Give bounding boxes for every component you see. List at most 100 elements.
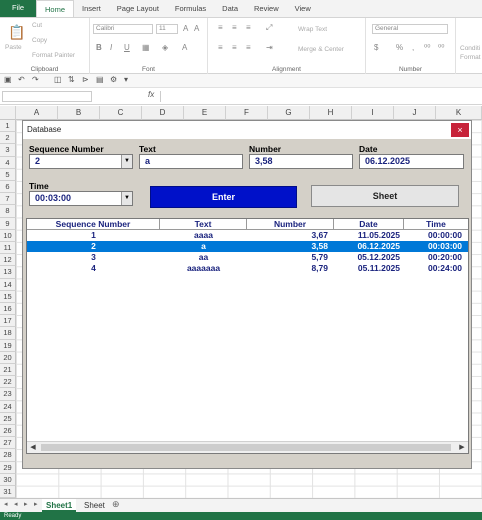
row-header[interactable]: 24 xyxy=(0,400,16,413)
list-item-selected[interactable]: 2 a 3,58 06.12.2025 00:03:00 xyxy=(27,241,468,252)
row-header[interactable]: 15 xyxy=(0,290,16,303)
column-header-c[interactable]: C xyxy=(100,106,142,120)
sort-icon[interactable]: ⇅ xyxy=(68,75,75,84)
row-header[interactable]: 11 xyxy=(0,242,16,255)
italic-icon[interactable]: I xyxy=(110,43,112,52)
orientation-icon[interactable]: ⤢ xyxy=(266,23,272,33)
horizontal-scrollbar[interactable]: ◀ ▶ xyxy=(27,441,468,453)
table-icon[interactable]: ▤ xyxy=(96,75,104,84)
copy-button[interactable]: Copy xyxy=(32,37,47,44)
row-header[interactable]: 4 xyxy=(0,156,16,169)
row-header[interactable]: 30 xyxy=(0,473,16,486)
time-combo[interactable]: 00:03:00 ▼ xyxy=(29,191,133,206)
select-all[interactable] xyxy=(0,106,16,120)
redo-icon[interactable]: ↷ xyxy=(32,75,39,84)
currency-icon[interactable]: $ xyxy=(374,43,378,52)
row-header[interactable]: 6 xyxy=(0,181,16,194)
row-header[interactable]: 31 xyxy=(0,486,16,499)
sheet-tab-sheet1[interactable]: Sheet1 xyxy=(42,499,77,512)
align-center-icon[interactable]: ≡ xyxy=(232,43,237,52)
row-header[interactable]: 13 xyxy=(0,266,16,279)
row-header[interactable]: 22 xyxy=(0,376,16,389)
enter-button[interactable]: Enter xyxy=(150,186,297,208)
row-header[interactable]: 8 xyxy=(0,205,16,218)
paste-button[interactable]: Paste xyxy=(5,44,22,51)
bold-icon[interactable]: B xyxy=(96,43,102,52)
column-header-f[interactable]: F xyxy=(226,106,268,120)
decrease-decimal-icon[interactable]: ⁰⁰ xyxy=(438,43,444,52)
first-sheet-icon[interactable]: ◂ xyxy=(4,500,8,508)
number-format-select[interactable]: General xyxy=(372,24,448,34)
close-icon[interactable]: × xyxy=(451,123,469,137)
tab-data[interactable]: Data xyxy=(214,0,246,17)
align-bottom-icon[interactable]: ≡ xyxy=(246,23,251,32)
row-header[interactable]: 25 xyxy=(0,412,16,425)
filter-icon[interactable]: ⊳ xyxy=(82,75,89,84)
scroll-right-icon[interactable]: ▶ xyxy=(456,442,468,453)
row-header[interactable]: 23 xyxy=(0,388,16,401)
scroll-left-icon[interactable]: ◀ xyxy=(27,442,39,453)
tab-page-layout[interactable]: Page Layout xyxy=(109,0,167,17)
column-header-a[interactable]: A xyxy=(16,106,58,120)
align-middle-icon[interactable]: ≡ xyxy=(232,23,237,32)
chevron-down-icon[interactable]: ▼ xyxy=(121,192,132,205)
row-header[interactable]: 18 xyxy=(0,327,16,340)
row-header[interactable]: 1 xyxy=(0,120,16,133)
sheet-tab-sheet[interactable]: Sheet xyxy=(80,499,109,512)
row-header[interactable]: 29 xyxy=(0,461,16,474)
number-input[interactable]: 3,58 xyxy=(249,154,353,169)
column-header-i[interactable]: I xyxy=(352,106,394,120)
scroll-thumb[interactable] xyxy=(41,444,451,451)
font-name-select[interactable]: Calibri xyxy=(93,24,153,34)
tab-home[interactable]: Home xyxy=(36,0,75,17)
next-sheet-icon[interactable]: ▸ xyxy=(24,500,28,508)
row-header[interactable]: 28 xyxy=(0,449,16,462)
conditional-formatting-button[interactable]: Conditi Format xyxy=(460,44,482,62)
row-header[interactable]: 21 xyxy=(0,364,16,377)
indent-icon[interactable]: ⇥ xyxy=(266,43,273,52)
cut-button[interactable]: Cut xyxy=(32,22,42,29)
undo-icon[interactable]: ↶ xyxy=(18,75,25,84)
row-header[interactable]: 12 xyxy=(0,254,16,267)
list-item[interactable]: 1 aaaa 3,67 11.05.2025 00:00:00 xyxy=(27,230,468,241)
column-header-b[interactable]: B xyxy=(58,106,100,120)
sheet-button[interactable]: Sheet xyxy=(311,185,459,207)
row-header[interactable]: 17 xyxy=(0,315,16,328)
row-header[interactable]: 16 xyxy=(0,303,16,316)
row-header[interactable]: 9 xyxy=(0,217,16,230)
save-icon[interactable]: ▣ xyxy=(4,75,12,84)
row-header[interactable]: 26 xyxy=(0,425,16,438)
align-right-icon[interactable]: ≡ xyxy=(246,43,251,52)
fill-color-icon[interactable]: ◈ xyxy=(162,43,168,52)
name-box[interactable] xyxy=(2,91,92,102)
last-sheet-icon[interactable]: ▸ xyxy=(34,500,38,508)
tab-view[interactable]: View xyxy=(287,0,319,17)
font-size-select[interactable]: 11 xyxy=(156,24,178,34)
align-left-icon[interactable]: ≡ xyxy=(218,43,223,52)
list-item[interactable]: 4 aaaaaaa 8,79 05.11.2025 00:24:00 xyxy=(27,263,468,274)
column-header-h[interactable]: H xyxy=(310,106,352,120)
chevron-down-icon[interactable]: ▼ xyxy=(121,155,132,168)
row-header[interactable]: 20 xyxy=(0,351,16,364)
date-input[interactable]: 06.12.2025 xyxy=(359,154,464,169)
underline-icon[interactable]: U xyxy=(124,43,130,52)
column-header-k[interactable]: K xyxy=(436,106,482,120)
column-header-e[interactable]: E xyxy=(184,106,226,120)
column-header-d[interactable]: D xyxy=(142,106,184,120)
formula-input[interactable] xyxy=(160,91,480,102)
column-header-j[interactable]: J xyxy=(394,106,436,120)
row-header[interactable]: 14 xyxy=(0,278,16,291)
font-color-icon[interactable]: A xyxy=(182,43,187,52)
merge-center-button[interactable]: Merge & Center xyxy=(298,46,344,53)
comma-icon[interactable]: , xyxy=(412,43,414,52)
increase-decimal-icon[interactable]: ⁰⁰ xyxy=(424,43,430,52)
macro-icon[interactable]: ⚙ xyxy=(110,75,117,84)
percent-icon[interactable]: % xyxy=(396,43,403,52)
row-header[interactable]: 7 xyxy=(0,193,16,206)
column-header-g[interactable]: G xyxy=(268,106,310,120)
records-listbox[interactable]: Sequence Number Text Number Date Time 1 … xyxy=(26,218,469,454)
fx-icon[interactable]: fx xyxy=(148,90,154,99)
tab-review[interactable]: Review xyxy=(246,0,287,17)
row-header[interactable]: 3 xyxy=(0,144,16,157)
tab-file[interactable]: File xyxy=(0,0,36,17)
